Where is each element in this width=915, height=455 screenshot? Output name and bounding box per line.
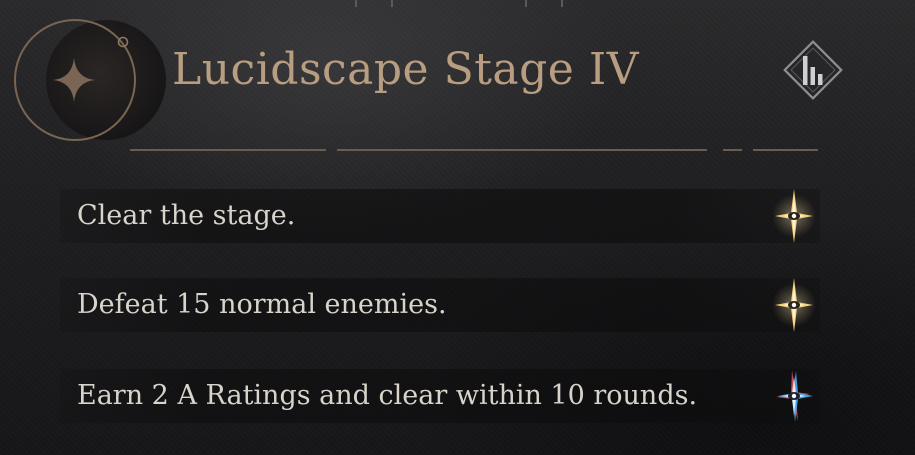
header-divider-segment	[130, 149, 326, 151]
gold-star-icon	[772, 278, 816, 332]
stage-emblem-icon	[14, 19, 166, 141]
mission-row: Defeat 15 normal enemies.	[60, 278, 820, 332]
mission-text: Clear the stage.	[77, 199, 296, 231]
top-edge-ticks	[355, 0, 565, 8]
mission-text: Defeat 15 normal enemies.	[77, 288, 447, 320]
mission-text: Earn 2 A Ratings and clear within 10 rou…	[77, 379, 698, 411]
stage-title: Lucidscape Stage IV	[172, 44, 639, 95]
mission-row: Earn 2 A Ratings and clear within 10 rou…	[60, 369, 820, 423]
rank-stats-button[interactable]	[779, 36, 847, 104]
bar-rank-diamond-icon	[783, 40, 843, 100]
header-divider-segment	[753, 149, 818, 151]
header-divider-segment	[337, 149, 707, 151]
gold-star-icon	[772, 189, 816, 243]
mission-row: Clear the stage.	[60, 189, 820, 243]
prismatic-star-icon	[776, 370, 813, 422]
header-divider-segment	[723, 149, 742, 151]
